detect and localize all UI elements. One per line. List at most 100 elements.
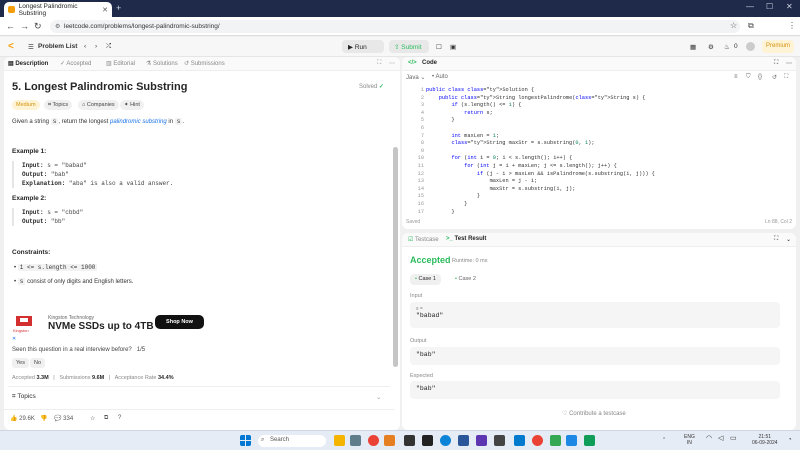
whiteboard-icon[interactable]: ▣ [450, 43, 456, 51]
next-problem-icon[interactable]: › [95, 43, 97, 50]
case-1-tab[interactable]: • Case 1 [410, 274, 441, 285]
tab-editorial[interactable]: ▥ Editorial [106, 60, 135, 67]
run-button[interactable]: ▶ Run [342, 40, 384, 53]
edge-icon[interactable] [440, 435, 451, 446]
submit-button[interactable]: ⇧ Submit [389, 40, 429, 53]
shop-now-button[interactable]: Shop Now [155, 315, 204, 329]
tray-chevron-icon[interactable]: ⌃ [662, 437, 666, 443]
auto-mode[interactable]: • Auto [432, 74, 448, 80]
code-editor[interactable]: public class class="ty">Solution { publi… [426, 87, 786, 216]
site-info-icon[interactable]: ⚙ [55, 23, 60, 30]
bookmark-icon[interactable]: ⛉ [746, 74, 751, 81]
format-icon[interactable]: {} [758, 74, 762, 80]
tab-accepted[interactable]: ✓ Accepted [60, 60, 91, 67]
url-field[interactable]: ⚙ leetcode.com/problems/longest-palindro… [50, 20, 740, 33]
language-select[interactable]: Java ⌄ [406, 74, 425, 81]
reload-icon[interactable]: ↻ [34, 21, 42, 32]
tab-solutions[interactable]: ⚗ Solutions [146, 60, 178, 67]
windows-start-icon[interactable] [240, 435, 251, 446]
comments-button[interactable]: 💬 334 [54, 415, 73, 422]
companies-chip-label: Companies [86, 102, 115, 108]
app-icon[interactable] [458, 435, 469, 446]
line-number: 12 [417, 170, 424, 177]
notifications-bell-icon[interactable]: ◔ [788, 437, 792, 443]
yes-button[interactable]: Yes [12, 358, 29, 368]
notes-icon[interactable]: ☐ [436, 43, 442, 51]
result-menu-icon[interactable]: ⌄ [786, 236, 791, 243]
taskbar-search[interactable]: ⌕ Search [258, 435, 326, 447]
problem-list-icon[interactable]: ☰ [28, 43, 34, 51]
layout-icon[interactable]: ▦ [690, 43, 696, 51]
contribute-testcase-link[interactable]: ♡ Contribute a testcase [562, 410, 626, 417]
panel-menu-icon[interactable]: ⋯ [389, 60, 395, 67]
random-problem-icon[interactable]: ⤮ [106, 43, 111, 51]
like-button[interactable]: 👍 29.6K [10, 415, 35, 422]
vscode-icon[interactable] [514, 435, 525, 446]
tab-description[interactable]: ▤ Description [8, 60, 48, 67]
app-icon[interactable] [384, 435, 395, 446]
wifi-icon[interactable]: ◠ [706, 435, 712, 442]
tab-submissions[interactable]: ↺ Submissions [184, 60, 225, 67]
tab-testcase[interactable]: ☑ Testcase [408, 236, 439, 243]
close-window-icon[interactable]: ✕ [786, 2, 793, 11]
fullscreen-icon[interactable]: ⛶ [784, 74, 788, 81]
input-value: "babad" [416, 312, 444, 319]
dislike-button[interactable]: 👎 [40, 415, 47, 422]
app-icon[interactable] [584, 435, 595, 446]
task-view-icon[interactable] [350, 435, 361, 446]
fire-icon[interactable]: ♨ [724, 43, 730, 51]
divider [8, 386, 390, 387]
chrome-icon[interactable] [532, 435, 543, 446]
companies-chip[interactable]: ⌂ Companies [78, 100, 119, 110]
palindromic-substring-link[interactable]: palindromic substring [110, 119, 167, 125]
browser-tab[interactable]: Longest Palindromic Substring ✕ [4, 2, 112, 17]
new-tab-icon[interactable]: + [116, 3, 121, 13]
code-menu-icon[interactable]: ⋯ [786, 60, 792, 67]
share-icon[interactable]: ⧉ [104, 415, 108, 422]
leetcode-logo-icon[interactable]: < [8, 41, 18, 52]
chrome-icon[interactable] [368, 435, 379, 446]
app-icon[interactable] [566, 435, 577, 446]
notes-small-icon[interactable]: ≡ [734, 74, 738, 80]
settings-icon[interactable]: ⚙ [708, 43, 714, 51]
result-expand-icon[interactable]: ⛶ [774, 236, 778, 243]
battery-icon[interactable]: ▭ [730, 435, 737, 442]
language-indicator[interactable]: ENG IN [684, 434, 695, 446]
notion-icon[interactable] [422, 435, 433, 446]
hint-chip[interactable]: ✦ Hint [120, 100, 144, 110]
no-button[interactable]: No [30, 358, 46, 368]
tab-test-result[interactable]: >_ Test Result [446, 236, 486, 242]
problem-list-link[interactable]: Problem List [38, 43, 77, 50]
prev-problem-icon[interactable]: ‹ [84, 43, 86, 50]
app-icon[interactable] [550, 435, 561, 446]
maximize-icon[interactable]: ☐ [766, 2, 773, 11]
browser-menu-icon[interactable]: ⋮ [788, 21, 796, 30]
advertisement[interactable]: Kingston ✕ Kingston Technology NVMe SSDs… [12, 312, 392, 342]
bookmark-star-icon[interactable]: ☆ [730, 21, 737, 30]
premium-button[interactable]: Premium [762, 40, 794, 53]
region-code: IN [686, 440, 692, 446]
favorite-star-icon[interactable]: ☆ [90, 415, 95, 422]
case-2-tab[interactable]: • Case 2 [450, 274, 481, 285]
expand-icon[interactable]: ⛶ [377, 60, 381, 67]
volume-icon[interactable]: ◁ [718, 435, 723, 442]
saved-status: Saved [406, 219, 421, 225]
description-scrollbar[interactable] [393, 147, 398, 367]
app-icon[interactable] [494, 435, 505, 446]
forward-icon[interactable]: → [20, 21, 29, 31]
clock[interactable]: 21:51 06-09-2024 [752, 434, 778, 446]
topics-chip[interactable]: ⌗ Topics [44, 100, 73, 110]
help-icon[interactable]: ? [118, 415, 121, 421]
minimize-icon[interactable]: — [746, 2, 754, 11]
back-icon[interactable]: ← [6, 21, 15, 31]
app-icon[interactable] [476, 435, 487, 446]
reset-icon[interactable]: ↺ [772, 74, 777, 81]
code-expand-icon[interactable]: ⛶ [774, 60, 778, 67]
file-explorer-icon[interactable] [334, 435, 345, 446]
app-icon[interactable] [404, 435, 415, 446]
topics-section[interactable]: ⌗ Topics ⌄ [12, 393, 381, 401]
extensions-icon[interactable]: ⧉ [748, 21, 754, 31]
ad-close-icon[interactable]: ✕ [12, 336, 16, 342]
close-tab-icon[interactable]: ✕ [102, 6, 108, 14]
user-avatar[interactable] [746, 42, 755, 51]
